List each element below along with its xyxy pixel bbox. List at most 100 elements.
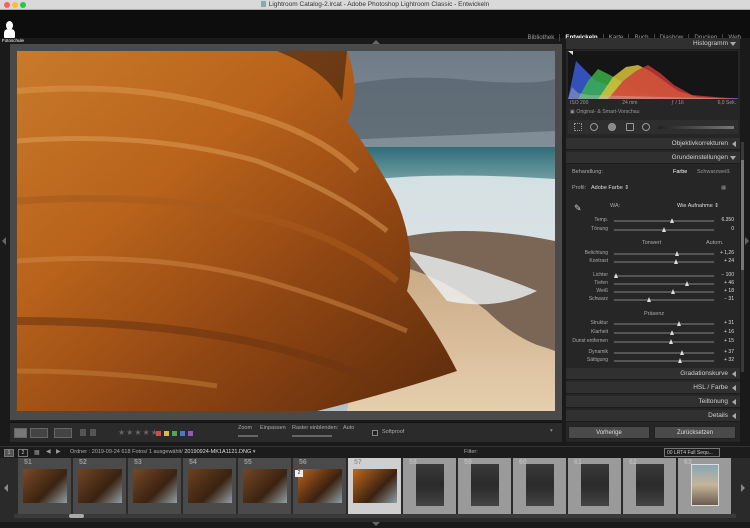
hsl-header[interactable]: HSL / Farbe <box>566 382 740 394</box>
profile-browser-icon[interactable]: ▦ <box>718 184 729 192</box>
profile-dropdown[interactable]: Adobe Farbe ⇕ <box>588 184 632 192</box>
filmstrip-scroll-left-icon[interactable] <box>4 484 8 492</box>
filmstrip-scrollbar[interactable] <box>14 514 736 518</box>
filmstrip-thumbnail[interactable]: 56 2 <box>293 458 347 514</box>
second-window-button[interactable]: 2 <box>18 449 28 457</box>
tone-region-value[interactable]: − 31 <box>716 296 734 302</box>
previous-settings-button[interactable]: Vorherige <box>568 426 650 439</box>
basic-header[interactable]: Grundeinstellungen <box>566 152 740 164</box>
filter-preset-dropdown[interactable]: 00 LRT4 Full Sequ... <box>664 448 720 457</box>
before-after-swap-button[interactable] <box>54 428 72 438</box>
color-presence-value[interactable]: + 37 <box>716 349 734 355</box>
wb-eyedropper-icon[interactable]: ✎ <box>574 203 582 214</box>
back-arrow-icon[interactable]: ◀ <box>46 448 51 455</box>
wb-value[interactable]: 6.350 <box>716 217 734 223</box>
color-presence-slider-knob[interactable] <box>680 350 684 355</box>
flag-reject-icon[interactable] <box>90 429 96 436</box>
presence-value[interactable]: + 31 <box>716 320 734 326</box>
tone-auto-button[interactable]: Autom. <box>706 240 723 246</box>
filmstrip-thumbnail[interactable]: 57 <box>348 458 402 514</box>
histogram-header[interactable]: Histogramm <box>566 38 740 50</box>
filmstrip-thumbnail[interactable]: 55 <box>238 458 292 514</box>
tone-region-slider[interactable] <box>614 289 714 294</box>
toolbar-menu-chevron-icon[interactable]: ▾ <box>550 428 553 434</box>
filmstrip-thumbnail[interactable]: 51 <box>18 458 72 514</box>
tone-value[interactable]: + 24 <box>716 258 734 264</box>
filmstrip-thumbnail[interactable]: 61 <box>568 458 622 514</box>
filmstrip-scroll-right-icon[interactable] <box>741 484 745 492</box>
flag-pick-icon[interactable] <box>80 429 86 436</box>
color-label-blue[interactable] <box>180 431 185 436</box>
tone-slider[interactable] <box>614 259 714 264</box>
color-label-red[interactable] <box>156 431 161 436</box>
presence-slider-knob[interactable] <box>670 330 674 335</box>
filmstrip-thumbnail[interactable]: 58 <box>403 458 457 514</box>
filmstrip-thumbnail[interactable]: 52 <box>73 458 127 514</box>
color-label-green[interactable] <box>172 431 177 436</box>
histogram[interactable] <box>568 51 738 99</box>
spot-removal-icon[interactable] <box>590 123 598 131</box>
color-presence-slider-knob[interactable] <box>678 358 682 363</box>
reset-button[interactable]: Zurücksetzen <box>654 426 736 439</box>
module-bibliothek[interactable]: Bibliothek <box>523 34 560 41</box>
presence-slider[interactable] <box>614 330 714 335</box>
tone-region-slider-knob[interactable] <box>614 273 618 278</box>
presence-slider-knob[interactable] <box>669 339 673 344</box>
presence-slider-knob[interactable] <box>677 321 681 326</box>
filmstrip-scrollbar-thumb[interactable] <box>69 514 84 518</box>
presence-value[interactable]: + 16 <box>716 329 734 335</box>
main-photo[interactable] <box>17 51 555 411</box>
wb-slider-knob[interactable] <box>662 227 666 232</box>
color-label-purple[interactable] <box>188 431 193 436</box>
left-panel-toggle-icon[interactable] <box>2 237 6 245</box>
radial-filter-icon[interactable] <box>642 123 650 131</box>
tone-region-slider[interactable] <box>614 273 714 278</box>
adjustment-brush-slider[interactable] <box>658 126 734 129</box>
softproof-checkbox[interactable] <box>372 430 378 436</box>
lens-corrections-header[interactable]: Objektivkorrekturen <box>566 138 740 150</box>
grid-size-slider[interactable] <box>292 435 332 437</box>
treatment-color-option[interactable]: Farbe <box>670 168 690 176</box>
color-presence-value[interactable]: + 32 <box>716 357 734 363</box>
tone-region-value[interactable]: + 18 <box>716 288 734 294</box>
filmstrip-thumbnail[interactable]: 63 <box>678 458 732 514</box>
tone-region-value[interactable]: + 46 <box>716 280 734 286</box>
tone-slider-knob[interactable] <box>675 251 679 256</box>
filmstrip-thumbnail[interactable]: 53 <box>128 458 182 514</box>
panel-scrollbar[interactable] <box>741 142 744 372</box>
graduated-filter-icon[interactable] <box>626 123 634 131</box>
tone-value[interactable]: + 1,26 <box>716 250 734 256</box>
color-label-yellow[interactable] <box>164 431 169 436</box>
tone-region-slider[interactable] <box>614 281 714 286</box>
split-toning-header[interactable]: Teiltonung <box>566 396 740 408</box>
color-presence-slider[interactable] <box>614 358 714 363</box>
filmstrip-thumbnail[interactable]: 62 <box>623 458 677 514</box>
treatment-bw-option[interactable]: Schwarzweiß <box>694 168 733 176</box>
right-panel-toggle-icon[interactable] <box>745 237 749 245</box>
grid-overlay-value[interactable]: Auto <box>343 425 354 431</box>
presence-slider[interactable] <box>614 339 714 344</box>
tone-region-slider[interactable] <box>614 297 714 302</box>
tone-slider-knob[interactable] <box>674 259 678 264</box>
wb-slider[interactable] <box>614 227 714 232</box>
crop-tool-icon[interactable] <box>574 123 582 131</box>
wb-dropdown[interactable]: Wie Aufnahme ⇕ <box>674 202 722 210</box>
tone-slider[interactable] <box>614 251 714 256</box>
filmstrip-source-info[interactable]: Ordner : 2019-09-24 618 Fotos/ 1 ausgewä… <box>70 449 256 455</box>
before-after-view-button[interactable] <box>30 428 48 438</box>
zoom-value[interactable]: Einpassen <box>260 425 286 431</box>
main-window-button[interactable]: 1 <box>4 449 14 457</box>
details-header[interactable]: Details <box>566 410 740 422</box>
star-rating[interactable]: ★★★★★ <box>118 428 159 437</box>
tone-region-slider-knob[interactable] <box>685 281 689 286</box>
red-eye-icon[interactable] <box>608 123 616 131</box>
filmstrip-thumbnail[interactable]: 54 <box>183 458 237 514</box>
filmstrip-thumbnail[interactable]: 59 <box>458 458 512 514</box>
wb-slider[interactable] <box>614 218 714 223</box>
tone-region-slider-knob[interactable] <box>647 297 651 302</box>
panel-scrollbar-thumb[interactable] <box>741 160 744 270</box>
presence-value[interactable]: + 15 <box>716 338 734 344</box>
tone-curve-header[interactable]: Gradationskurve <box>566 368 740 380</box>
forward-arrow-icon[interactable]: ▶ <box>56 448 61 455</box>
color-presence-slider[interactable] <box>614 350 714 355</box>
